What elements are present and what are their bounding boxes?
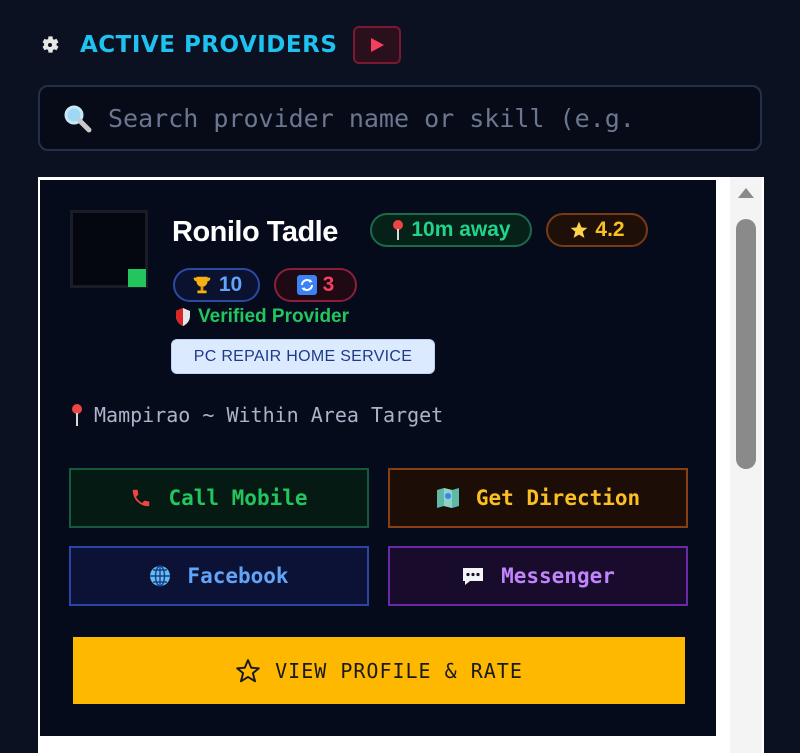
distance-badge: 10m away bbox=[370, 213, 532, 247]
star-outline-icon bbox=[236, 658, 260, 682]
verified-label: Verified Provider bbox=[198, 306, 350, 327]
play-icon bbox=[371, 38, 385, 52]
shield-icon bbox=[176, 308, 190, 326]
pin-icon bbox=[72, 404, 82, 426]
globe-icon bbox=[150, 565, 171, 587]
search-input[interactable] bbox=[108, 103, 748, 133]
rating-badge: 4.2 bbox=[546, 213, 648, 247]
search-icon bbox=[64, 105, 92, 133]
view-profile-label: VIEW PROFILE & RATE bbox=[275, 658, 523, 683]
rating-value: 4.2 bbox=[595, 218, 625, 241]
star-icon bbox=[571, 221, 588, 238]
sync-count: 3 bbox=[322, 273, 335, 296]
pin-icon bbox=[393, 220, 404, 240]
play-button[interactable] bbox=[353, 26, 402, 64]
panel-header: ACTIVE PROVIDERS bbox=[38, 24, 402, 66]
chat-icon bbox=[463, 568, 484, 585]
gear-icon[interactable] bbox=[38, 33, 62, 57]
phone-icon bbox=[133, 489, 150, 507]
get-direction-label: Get Direction bbox=[475, 486, 641, 510]
map-icon bbox=[436, 488, 459, 508]
get-direction-button[interactable]: Get Direction bbox=[388, 468, 688, 528]
provider-name[interactable]: Ronilo Tadle bbox=[172, 212, 338, 252]
service-tag: PC REPAIR HOME SERVICE bbox=[171, 339, 435, 374]
scroll-thumb[interactable] bbox=[736, 219, 756, 469]
sync-icon bbox=[296, 275, 317, 295]
providers-panel: ACTIVE PROVIDERS Ronilo Tadle 10m away bbox=[0, 0, 800, 753]
location-line: Mampirao ~ Within Area Target bbox=[70, 400, 443, 430]
distance-text: 10m away bbox=[411, 218, 511, 241]
scrollbar[interactable] bbox=[730, 177, 762, 753]
facebook-button[interactable]: Facebook bbox=[69, 546, 369, 606]
view-profile-rate-button[interactable]: VIEW PROFILE & RATE bbox=[73, 637, 685, 704]
search-bar bbox=[38, 85, 762, 151]
sync-badge: 3 bbox=[274, 268, 357, 302]
messenger-button[interactable]: Messenger bbox=[388, 546, 688, 606]
trophy-icon bbox=[193, 276, 211, 294]
location-text: Mampirao ~ Within Area Target bbox=[94, 403, 444, 427]
online-status-indicator bbox=[128, 269, 146, 287]
trophy-count: 10 bbox=[218, 273, 243, 296]
scroll-up-arrow[interactable] bbox=[730, 187, 762, 207]
facebook-label: Facebook bbox=[187, 564, 289, 588]
panel-title: ACTIVE PROVIDERS bbox=[80, 32, 338, 58]
call-mobile-button[interactable]: Call Mobile bbox=[69, 468, 369, 528]
messenger-label: Messenger bbox=[501, 564, 615, 588]
verified-status: Verified Provider bbox=[174, 304, 349, 330]
trophy-badge: 10 bbox=[173, 268, 260, 302]
call-mobile-label: Call Mobile bbox=[168, 486, 308, 510]
